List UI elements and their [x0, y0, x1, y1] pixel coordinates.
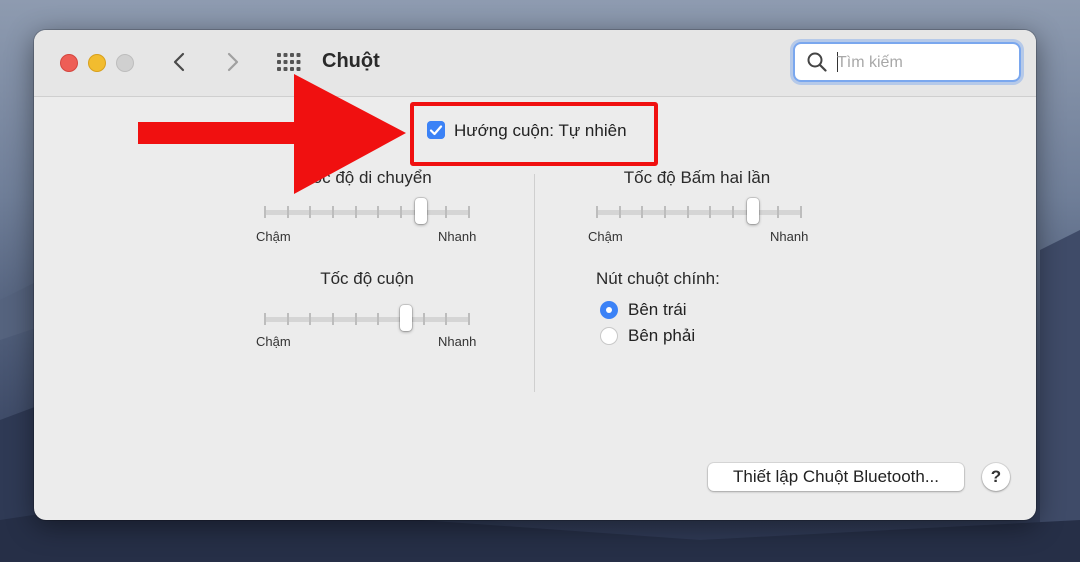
- radio-left-label: Bên trái: [628, 300, 687, 319]
- double-click-speed-slider[interactable]: [596, 198, 802, 224]
- radio-left[interactable]: [600, 301, 618, 319]
- close-icon[interactable]: [60, 54, 78, 72]
- help-button[interactable]: ?: [982, 463, 1010, 491]
- slider-tick: [445, 206, 448, 218]
- primary-button-label: Nút chuột chính:: [596, 269, 720, 288]
- slider-track: [264, 210, 470, 215]
- double-click-speed-label: Tốc độ Bấm hai lần: [623, 168, 771, 187]
- slider-tick: [618, 206, 621, 218]
- slider-tick: [641, 206, 644, 218]
- zoom-icon[interactable]: [116, 54, 134, 72]
- slider-track: [596, 210, 802, 215]
- radio-right[interactable]: [600, 327, 618, 345]
- slider-tick: [732, 206, 734, 218]
- scroll-speed-min-label: Chậm: [256, 334, 291, 349]
- arrow-annotation-icon: [138, 74, 406, 194]
- slider-tick: [596, 206, 598, 218]
- slider-tick: [422, 313, 425, 325]
- natural-scroll-checkbox[interactable]: [427, 121, 445, 139]
- double-click-speed-min-label: Chậm: [588, 229, 623, 244]
- tracking-speed-min-label: Chậm: [256, 229, 291, 244]
- bluetooth-setup-button[interactable]: Thiết lập Chuột Bluetooth...: [708, 463, 964, 491]
- column-divider: [534, 174, 535, 392]
- radio-right-label: Bên phải: [628, 326, 696, 345]
- natural-scroll-label: Hướng cuộn: Tự nhiên: [454, 121, 627, 140]
- slider-tick: [468, 206, 470, 218]
- double-click-speed-max-label: Nhanh: [770, 229, 809, 244]
- slider-tick: [377, 313, 380, 325]
- search-field[interactable]: [793, 42, 1021, 82]
- slider-tick: [354, 313, 357, 325]
- slider-tick: [264, 313, 266, 325]
- search-icon: [807, 52, 827, 72]
- slider-track: [264, 317, 470, 322]
- scroll-speed-label: Tốc độ cuộn: [320, 269, 414, 288]
- search-input[interactable]: [835, 50, 1009, 76]
- slider-tick: [286, 313, 289, 325]
- slider-tick: [800, 206, 802, 218]
- grid-icon[interactable]: [276, 52, 302, 72]
- slider-tick: [777, 206, 780, 218]
- slider-tick: [332, 313, 334, 325]
- tracking-speed-max-label: Nhanh: [438, 229, 477, 244]
- slider-knob[interactable]: [399, 305, 412, 331]
- scroll-speed-max-label: Nhanh: [438, 334, 477, 349]
- slider-knob[interactable]: [415, 198, 428, 224]
- slider-tick: [468, 313, 470, 325]
- slider-knob[interactable]: [747, 198, 760, 224]
- slider-tick: [664, 206, 666, 218]
- minimize-icon[interactable]: [88, 54, 106, 72]
- scroll-speed-slider[interactable]: [264, 305, 470, 331]
- slider-tick: [709, 206, 712, 218]
- slider-tick: [445, 313, 448, 325]
- slider-tick: [686, 206, 689, 218]
- slider-tick: [309, 313, 312, 325]
